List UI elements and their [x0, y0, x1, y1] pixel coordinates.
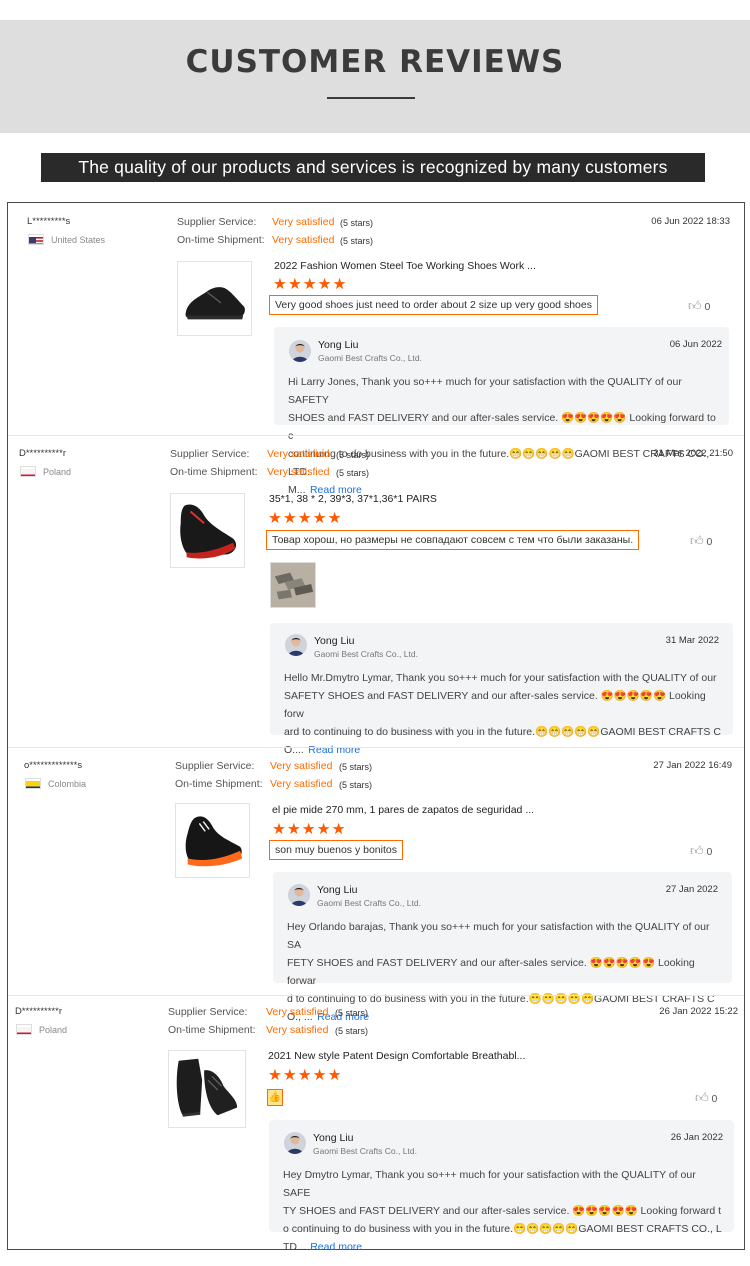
review-date: 31 Mar 2022 21:50 — [653, 448, 733, 459]
rating-stars: ★★★★★ — [273, 276, 348, 293]
seller-name: Yong Liu — [317, 884, 358, 896]
reply-date: 06 Jun 2022 — [669, 339, 722, 350]
shipment-stars: (5 stars) — [336, 468, 370, 478]
shipment-label: On-time Shipment: — [170, 466, 258, 478]
title-underline — [327, 97, 415, 99]
supplier-service-label: Supplier Service: — [177, 216, 257, 228]
product-thumbnail[interactable] — [175, 803, 250, 878]
product-title[interactable]: 35*1, 38 * 2, 39*3, 37*1,36*1 PAIRS — [269, 493, 437, 505]
rating-stars: ★★★★★ — [268, 1067, 343, 1084]
thumbs-up-icon: 👍︎ — [690, 843, 704, 858]
seller-reply: Yong Liu Gaomi Best Crafts Co., Ltd. 26 … — [269, 1120, 734, 1253]
us-flag-icon — [28, 234, 44, 245]
seller-name: Yong Liu — [318, 339, 359, 351]
shipment-stars: (5 stars) — [335, 1026, 369, 1036]
product-thumbnail[interactable] — [170, 493, 245, 568]
seller-name: Yong Liu — [313, 1132, 354, 1144]
review-photo[interactable] — [270, 562, 316, 608]
review-text: Товар хорош, но размеры не совпадают сов… — [266, 530, 640, 550]
supplier-rating: Very satisfied — [272, 216, 335, 228]
shipment-stars: (5 stars) — [339, 780, 373, 790]
product-thumbnail[interactable] — [177, 261, 252, 336]
seller-company: Gaomi Best Crafts Co., Ltd. — [318, 353, 422, 363]
supplier-stars: (5 stars) — [340, 218, 374, 228]
seller-company: Gaomi Best Crafts Co., Ltd. — [313, 1146, 417, 1156]
pl-flag-icon — [16, 1024, 32, 1035]
reply-date: 26 Jan 2022 — [670, 1132, 723, 1143]
shipment-rating: Very satisfied — [266, 1024, 329, 1036]
reviewer-country: Colombia — [48, 779, 87, 789]
reply-date: 27 Jan 2022 — [665, 884, 718, 895]
seller-name: Yong Liu — [314, 635, 355, 647]
thumbs-up-icon: 👍︎ — [690, 533, 704, 548]
review-date: 06 Jun 2022 18:33 — [651, 216, 730, 227]
review-text: Very good shoes just need to order about… — [269, 295, 598, 315]
supplier-stars: (5 stars) — [336, 450, 370, 460]
reply-date: 31 Mar 2022 — [665, 635, 719, 646]
reviewer-country: United States — [51, 235, 106, 245]
shipment-rating: Very satisfied — [267, 466, 330, 478]
supplier-rating: Very satisfied — [267, 448, 330, 460]
like-button[interactable]: 👍︎ 0 — [695, 1090, 717, 1106]
seller-reply: Yong Liu Gaomi Best Crafts Co., Ltd. 06 … — [274, 327, 729, 496]
review-date: 27 Jan 2022 16:49 — [653, 760, 732, 771]
review-item: o*************s Colombia Supplier Servic… — [8, 748, 744, 1023]
rating-stars: ★★★★★ — [268, 510, 343, 527]
product-thumbnail[interactable] — [168, 1050, 246, 1128]
thumbs-up-emoji-review: 👍 — [267, 1089, 283, 1106]
subtitle-banner: The quality of our products and services… — [41, 153, 705, 182]
shipment-label: On-time Shipment: — [168, 1024, 256, 1036]
read-more-link[interactable]: Read more — [310, 1241, 362, 1253]
like-count: 0 — [706, 536, 713, 548]
seller-company: Gaomi Best Crafts Co., Ltd. — [314, 649, 418, 659]
product-title[interactable]: 2021 New style Patent Design Comfortable… — [268, 1050, 525, 1062]
reviewer-country: Poland — [39, 1025, 68, 1035]
like-button[interactable]: 👍︎ 0 — [690, 533, 712, 549]
header-banner: CUSTOMER REVIEWS — [0, 20, 750, 133]
page-title: CUSTOMER REVIEWS — [185, 44, 565, 80]
review-text: son muy buenos y bonitos — [269, 840, 403, 860]
supplier-service-label: Supplier Service: — [175, 760, 255, 772]
pl-flag-icon — [20, 466, 36, 477]
review-item: D**********r Poland Supplier Service: Ve… — [8, 436, 744, 756]
product-title[interactable]: el pie mide 270 mm, 1 pares de zapatos d… — [272, 804, 534, 816]
seller-reply: Yong Liu Gaomi Best Crafts Co., Ltd. 31 … — [270, 623, 733, 756]
review-date: 26 Jan 2022 15:22 — [659, 1006, 738, 1017]
thumbs-up-icon: 👍︎ — [688, 298, 702, 313]
seller-reply: Yong Liu Gaomi Best Crafts Co., Ltd. 27 … — [273, 872, 732, 1023]
product-title[interactable]: 2022 Fashion Women Steel Toe Working Sho… — [274, 260, 536, 272]
supplier-rating: Very satisfied — [266, 1006, 329, 1018]
review-item: L*********s United States Supplier Servi… — [8, 203, 744, 496]
seller-company: Gaomi Best Crafts Co., Ltd. — [317, 898, 421, 908]
rating-stars: ★★★★★ — [272, 821, 347, 838]
supplier-service-label: Supplier Service: — [168, 1006, 248, 1018]
reviewer-name: o*************s — [24, 760, 83, 771]
shipment-rating: Very satisfied — [272, 234, 335, 246]
like-count: 0 — [706, 846, 713, 858]
shipment-label: On-time Shipment: — [175, 778, 263, 790]
co-flag-icon — [25, 778, 41, 789]
like-button[interactable]: 👍︎ 0 — [690, 843, 712, 859]
reviewer-name: D**********r — [19, 448, 66, 459]
like-button[interactable]: 👍︎ 0 — [688, 298, 710, 314]
avatar — [285, 634, 307, 656]
thumbs-up-icon: 👍︎ — [695, 1090, 709, 1105]
supplier-stars: (5 stars) — [339, 762, 373, 772]
supplier-service-label: Supplier Service: — [170, 448, 250, 460]
review-item: D**********r Poland Supplier Service: Ve… — [8, 996, 744, 1253]
like-count: 0 — [704, 301, 711, 313]
shipment-stars: (5 stars) — [340, 236, 374, 246]
supplier-stars: (5 stars) — [335, 1008, 369, 1018]
avatar — [288, 884, 310, 906]
shipment-rating: Very satisfied — [270, 778, 333, 790]
reviewer-name: L*********s — [27, 216, 71, 227]
reviewer-name: D**********r — [15, 1006, 62, 1017]
avatar — [289, 340, 311, 362]
like-count: 0 — [711, 1093, 718, 1105]
shipment-label: On-time Shipment: — [177, 234, 265, 246]
reviews-container: L*********s United States Supplier Servi… — [7, 202, 745, 1253]
supplier-rating: Very satisfied — [270, 760, 333, 772]
avatar — [284, 1132, 306, 1154]
reviewer-country: Poland — [43, 467, 72, 477]
